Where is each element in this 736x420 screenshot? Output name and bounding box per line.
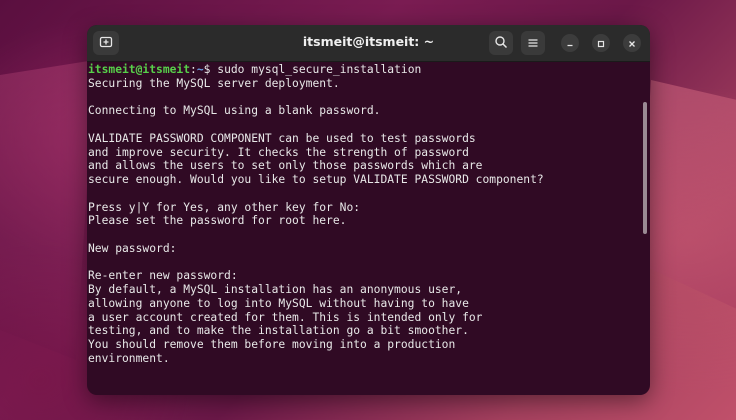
menu-button[interactable] (521, 31, 545, 55)
terminal-output: itsmeit@itsmeit:~$ sudo mysql_secure_ins… (88, 63, 544, 366)
scrollbar[interactable] (643, 102, 647, 234)
wallpaper-shape (640, 80, 736, 310)
terminal-area[interactable]: itsmeit@itsmeit:~$ sudo mysql_secure_ins… (87, 62, 650, 395)
command-text: sudo mysql_secure_installation (217, 63, 422, 76)
hamburger-menu-icon (527, 34, 539, 53)
new-tab-button[interactable] (93, 31, 119, 55)
terminal-window: itsmeit@itsmeit: ~ itsmeit@itsmeit:~$ su… (87, 25, 650, 395)
prompt-symbol: $ (203, 63, 218, 76)
prompt-user: itsmeit@itsmeit (88, 63, 191, 76)
minimize-icon (565, 34, 575, 53)
close-button[interactable] (623, 34, 641, 52)
prompt-separator: : (190, 63, 197, 76)
new-tab-icon (99, 34, 113, 53)
close-icon (627, 34, 637, 53)
search-icon (494, 34, 508, 53)
maximize-icon (596, 34, 606, 53)
minimize-button[interactable] (561, 34, 579, 52)
maximize-button[interactable] (592, 34, 610, 52)
wallpaper-shape (0, 60, 95, 360)
search-button[interactable] (489, 31, 513, 55)
command-output: Securing the MySQL server deployment. Co… (88, 76, 544, 365)
title-bar[interactable]: itsmeit@itsmeit: ~ (87, 25, 650, 62)
prompt-path: ~ (196, 63, 204, 76)
